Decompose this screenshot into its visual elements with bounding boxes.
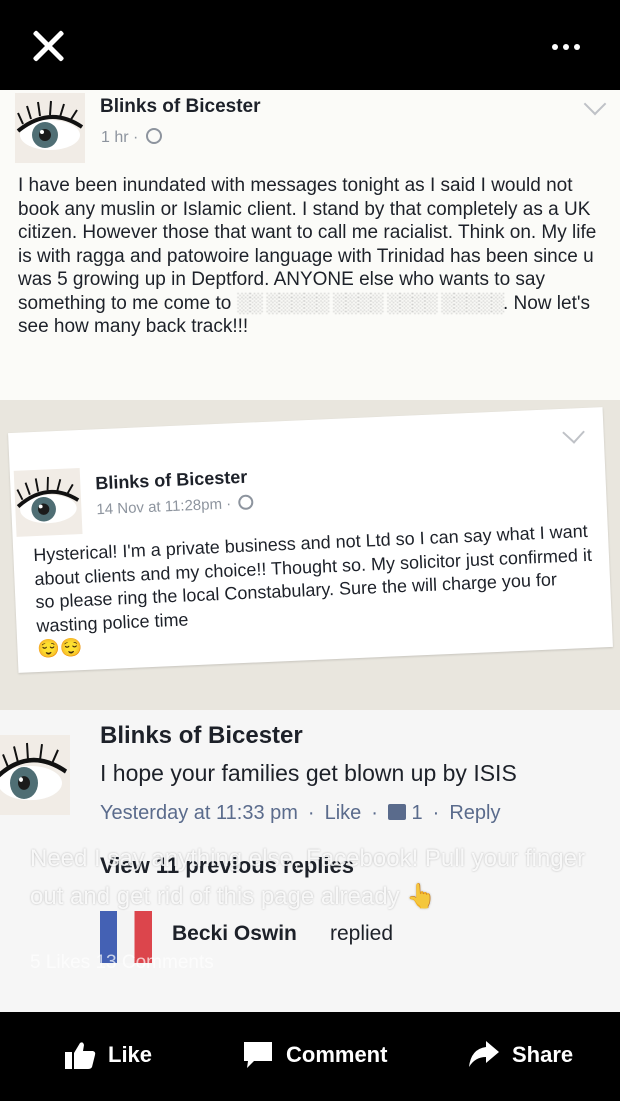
post-body: Hysterical! I'm a private business and n… [33,520,598,662]
comment-meta: Yesterday at 11:33 pm · Like · 1 · Reply [100,802,501,824]
thumbs-up-icon [387,804,406,820]
comment-section: Blinks of Bicester I hope your families … [0,710,620,1012]
comment-like-count[interactable]: 1 [412,802,423,824]
relieved-face-emoji: 😌😌 [37,637,83,660]
top-bar [0,0,620,90]
reply-verb: replied [330,922,394,945]
comment-time[interactable]: Yesterday at 11:33 pm [100,802,298,824]
chevron-down-icon[interactable] [583,92,607,116]
post-text: Hysterical! I'm a private business and n… [32,520,593,636]
comment-text: I hope your families get blown up by ISI… [100,760,517,786]
eye-icon [0,742,68,801]
screenshot-content: Blinks of Bicester 1 hr · I have been in… [0,90,620,1012]
post-time: 14 Nov at 11:28pm · [96,495,232,519]
comment-button[interactable]: Comment [242,1040,387,1070]
share-label: Share [512,1042,574,1067]
share-button[interactable]: Share [468,1040,573,1070]
avatar[interactable] [13,468,83,537]
eye-icon [16,100,84,150]
comment-like-link[interactable]: Like [325,802,362,824]
chevron-down-icon[interactable] [562,421,585,444]
action-bar: Like Comment Share [0,1012,620,1101]
thumbs-up-icon [65,1042,96,1069]
avatar[interactable] [0,735,70,815]
post-body: I have been inundated with messages toni… [18,174,608,339]
post-caption: Need I say anything else, Facebook! Pull… [30,845,585,910]
gear-icon [237,494,254,511]
reaction-counts[interactable]: 5 Likes 13 Comments [30,952,214,974]
post-first: Blinks of Bicester 1 hr · I have been in… [0,90,620,400]
post-second: Blinks of Bicester 14 Nov at 11:28pm · H… [8,407,613,673]
reply-author[interactable]: Becki Oswin [172,922,297,946]
comment-author[interactable]: Blinks of Bicester [100,722,303,750]
close-icon[interactable] [30,28,66,64]
post-author[interactable]: Blinks of Bicester [100,96,261,118]
gear-icon [145,128,162,144]
post-time: 1 hr · [101,129,139,146]
like-label: Like [108,1042,153,1067]
like-button[interactable]: Like [64,1040,152,1070]
comment-label: Comment [286,1042,388,1067]
avatar[interactable] [15,93,85,163]
redacted-text: ░░ ░░░░░ ░░░░ ░░░░ ░░░░░ [236,292,504,314]
comment-reply-link[interactable]: Reply [449,802,500,824]
more-options-icon[interactable] [552,44,580,50]
comment-icon [244,1042,272,1068]
post-timestamp: 14 Nov at 11:28pm · [96,494,254,518]
post-timestamp: 1 hr · [101,128,162,147]
post-author[interactable]: Blinks of Bicester [95,467,248,495]
eye-icon [16,476,80,524]
share-arrow-icon [469,1041,499,1067]
